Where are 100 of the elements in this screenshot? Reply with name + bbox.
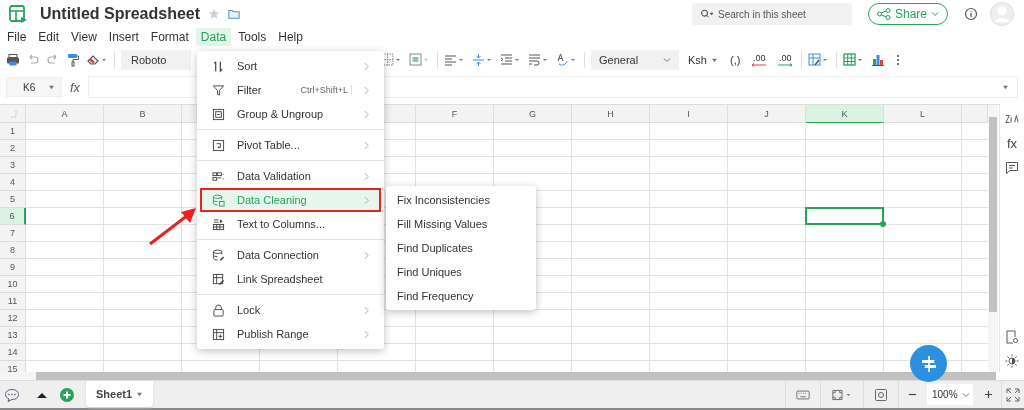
menu-item[interactable]: View xyxy=(66,28,102,46)
submenu-item[interactable]: Find Duplicates xyxy=(386,236,536,260)
publish-range-icon xyxy=(212,327,225,341)
menu-item[interactable]: Text to Columns... xyxy=(200,212,381,236)
lock-icon xyxy=(212,303,225,317)
row-header[interactable]: 7 xyxy=(0,225,26,242)
column-header[interactable]: I xyxy=(650,105,728,123)
caret-icon xyxy=(962,391,970,398)
eraser-icon[interactable] xyxy=(86,53,108,67)
number-format-dropdown[interactable]: General xyxy=(591,50,679,70)
sheet-list-icon[interactable] xyxy=(36,390,48,399)
indent-icon[interactable] xyxy=(500,53,522,67)
column-header[interactable]: K xyxy=(806,105,884,123)
brightness-icon[interactable] xyxy=(1005,354,1019,368)
increase-decimal-button[interactable]: .00 xyxy=(775,53,796,67)
search-field[interactable]: Search in this sheet xyxy=(717,3,852,25)
menu-item[interactable]: Filter Ctrl+Shift+L xyxy=(200,78,381,102)
menu-item[interactable]: Data Validation xyxy=(200,164,381,188)
merge-cells-icon[interactable] xyxy=(409,53,431,67)
column-header[interactable]: F xyxy=(416,105,494,123)
sort-icon xyxy=(212,59,225,73)
fullscreen-icon[interactable] xyxy=(1006,387,1020,402)
vertical-scrollbar[interactable] xyxy=(988,105,998,372)
info-icon[interactable] xyxy=(964,7,978,21)
chevron-icon xyxy=(364,85,369,95)
row-header[interactable]: 8 xyxy=(0,242,26,259)
caret-icon xyxy=(663,57,671,63)
submenu-item[interactable]: Fill Missing Values xyxy=(386,212,536,236)
chevron-icon xyxy=(364,109,369,119)
folder-icon[interactable] xyxy=(228,8,241,20)
paint-roller-icon[interactable] xyxy=(66,53,80,67)
menu-item[interactable]: Lock xyxy=(200,298,381,322)
fill-handle[interactable] xyxy=(880,221,886,227)
column-header[interactable]: L xyxy=(884,105,962,123)
add-sheet-icon[interactable] xyxy=(60,387,74,402)
row-header[interactable]: 3 xyxy=(0,157,26,174)
row-header[interactable]: 14 xyxy=(0,344,26,361)
active-cell[interactable] xyxy=(805,207,884,225)
row-header[interactable]: 11 xyxy=(0,293,26,310)
menu-item[interactable]: File xyxy=(2,28,32,46)
print-icon[interactable] xyxy=(6,53,20,67)
document-view-icon[interactable] xyxy=(1005,330,1019,344)
menu-item[interactable]: Insert xyxy=(103,28,144,46)
search-icon[interactable] xyxy=(691,3,718,25)
menu-item[interactable]: Publish Range xyxy=(200,322,381,346)
menu-item[interactable]: Group & Ungroup xyxy=(200,102,381,126)
signpost-button[interactable] xyxy=(910,345,947,382)
submenu-item[interactable]: Find Uniques xyxy=(386,260,536,284)
menu-item[interactable]: Sort xyxy=(200,54,381,78)
comma-style-button[interactable]: (,) xyxy=(726,54,744,66)
comment-icon[interactable] xyxy=(1005,161,1019,175)
row-header[interactable]: 6 xyxy=(0,208,26,225)
menu-item[interactable]: Edit xyxy=(33,28,65,46)
menu-item[interactable]: Help xyxy=(273,28,308,46)
zia-icon[interactable] xyxy=(1005,112,1019,126)
wrap-text-icon[interactable] xyxy=(528,53,550,67)
font-dropdown[interactable]: Roboto xyxy=(121,50,191,70)
vertical-align-icon[interactable] xyxy=(472,53,494,67)
function-symbol[interactable]: fx xyxy=(70,79,81,95)
validation-icon xyxy=(212,169,225,183)
menu-item[interactable]: Format xyxy=(145,28,194,46)
decrease-decimal-button[interactable]: .00 xyxy=(749,53,770,67)
row-header[interactable]: 12 xyxy=(0,310,26,327)
borders-icon[interactable] xyxy=(381,53,403,67)
text-rotation-icon[interactable] xyxy=(556,53,578,67)
row-header[interactable]: 5 xyxy=(0,191,26,208)
row-header[interactable]: 4 xyxy=(0,174,26,191)
functions-symbol[interactable]: fx xyxy=(1006,136,1018,151)
row-header[interactable]: 2 xyxy=(0,140,26,157)
bar-chart-icon[interactable] xyxy=(871,53,886,67)
cell-reference-field[interactable]: K6 xyxy=(6,77,62,97)
spreadsheet-logo[interactable] xyxy=(8,4,28,24)
star-icon[interactable] xyxy=(208,8,221,20)
database-icon xyxy=(212,248,225,262)
row-header[interactable]: 10 xyxy=(0,276,26,293)
row-header[interactable]: 13 xyxy=(0,327,26,344)
row-header[interactable]: 9 xyxy=(0,259,26,276)
right-arrow-icon xyxy=(777,62,794,67)
column-header[interactable]: G xyxy=(494,105,572,123)
fit-to-screen-icon[interactable] xyxy=(874,387,888,402)
column-header[interactable]: H xyxy=(572,105,650,123)
menu-item[interactable]: Pivot Table... xyxy=(200,133,381,157)
selection-mode-icon[interactable] xyxy=(831,387,853,402)
column-header[interactable]: B xyxy=(104,105,182,123)
submenu-item[interactable]: Find Frequency xyxy=(386,284,536,308)
currency-button[interactable]: Ksh xyxy=(685,54,721,66)
horizontal-scrollbar[interactable] xyxy=(0,372,996,380)
menu-item[interactable]: Link Spreadsheet xyxy=(200,267,381,291)
submenu-item[interactable]: Fix Inconsistencies xyxy=(386,188,536,212)
column-header[interactable]: A xyxy=(26,105,104,123)
pivot-table-icon xyxy=(212,138,225,152)
align-left-icon[interactable] xyxy=(444,53,466,67)
column-header[interactable]: J xyxy=(728,105,806,123)
row-header[interactable]: 1 xyxy=(0,123,26,140)
sheet-tab[interactable]: Sheet1 xyxy=(86,381,154,407)
menu-item[interactable]: Data Connection xyxy=(200,243,381,267)
keyboard-icon[interactable] xyxy=(796,387,810,402)
zoom-level-dropdown[interactable]: 100% xyxy=(927,384,973,405)
menu-item[interactable]: Tools xyxy=(233,28,272,46)
document-title[interactable]: Untitled Spreadsheet xyxy=(40,5,201,23)
